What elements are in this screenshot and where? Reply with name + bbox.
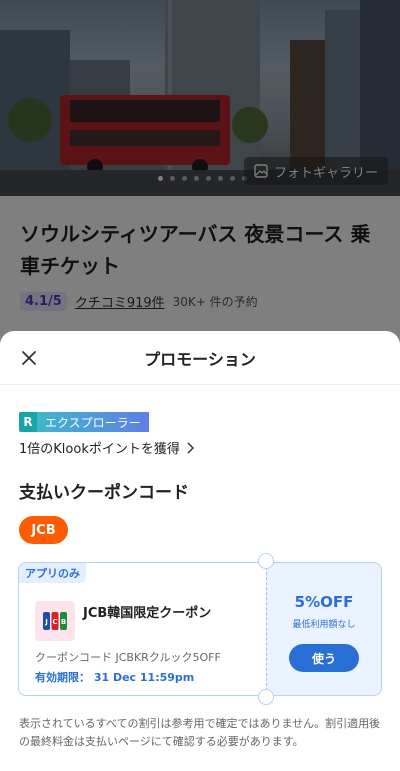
chevron-right-icon [187, 441, 194, 454]
use-coupon-button[interactable]: 使う [289, 644, 359, 672]
klook-rewards-logo: R [19, 412, 37, 432]
jcb-logo-icon: J C B [43, 612, 67, 630]
explorer-label: エクスプローラー [37, 412, 149, 432]
payment-filter-chip-jcb[interactable]: JCB [19, 516, 68, 544]
coupon-section-heading: 支払いクーポンコード [19, 483, 189, 503]
klook-points-label: 1倍のKlookポイントを獲得 [19, 442, 180, 457]
svg-text:B: B [61, 618, 66, 626]
close-button[interactable] [18, 347, 40, 369]
coupon-code: クーポンコード JCBKRクルック5OFF [35, 651, 221, 664]
sheet-header: プロモーション [0, 331, 400, 385]
sheet-title: プロモーション [144, 349, 256, 369]
promotion-sheet: プロモーション R エクスプローラー 1倍のKlookポイントを獲得 支払いクー… [0, 331, 400, 771]
coupon-notch [258, 553, 274, 569]
jcb-card-icon: J C B [35, 601, 75, 641]
app-only-tag: アプリのみ [19, 563, 86, 583]
coupon-name: JCB韓国限定クーポン [83, 606, 212, 621]
coupon-details: アプリのみ J C B JCB韓国限定クーポン クーポンコード JCBKRクルッ… [18, 562, 266, 696]
klook-points-link[interactable]: 1倍のKlookポイントを獲得 [19, 438, 194, 457]
coupon-expiry: 有効期限： 31 Dec 11:59pm [35, 671, 195, 684]
coupon-notch [258, 689, 274, 705]
discount-disclaimer: 表示されているすべての割引は参考用で確定ではありません。割引適用後の最終料金は支… [19, 717, 381, 748]
close-icon [22, 351, 36, 365]
explorer-badge: R エクスプローラー [19, 412, 149, 432]
minimum-spend-note: 最低利用額なし [292, 620, 356, 630]
svg-text:C: C [52, 618, 57, 626]
coupon-redeem-panel: 5%OFF 最低利用額なし 使う [266, 562, 382, 696]
discount-value: 5%OFF [294, 593, 354, 611]
svg-text:J: J [44, 618, 48, 626]
coupon-card: アプリのみ J C B JCB韓国限定クーポン クーポンコード JCBKRクルッ… [18, 553, 382, 705]
